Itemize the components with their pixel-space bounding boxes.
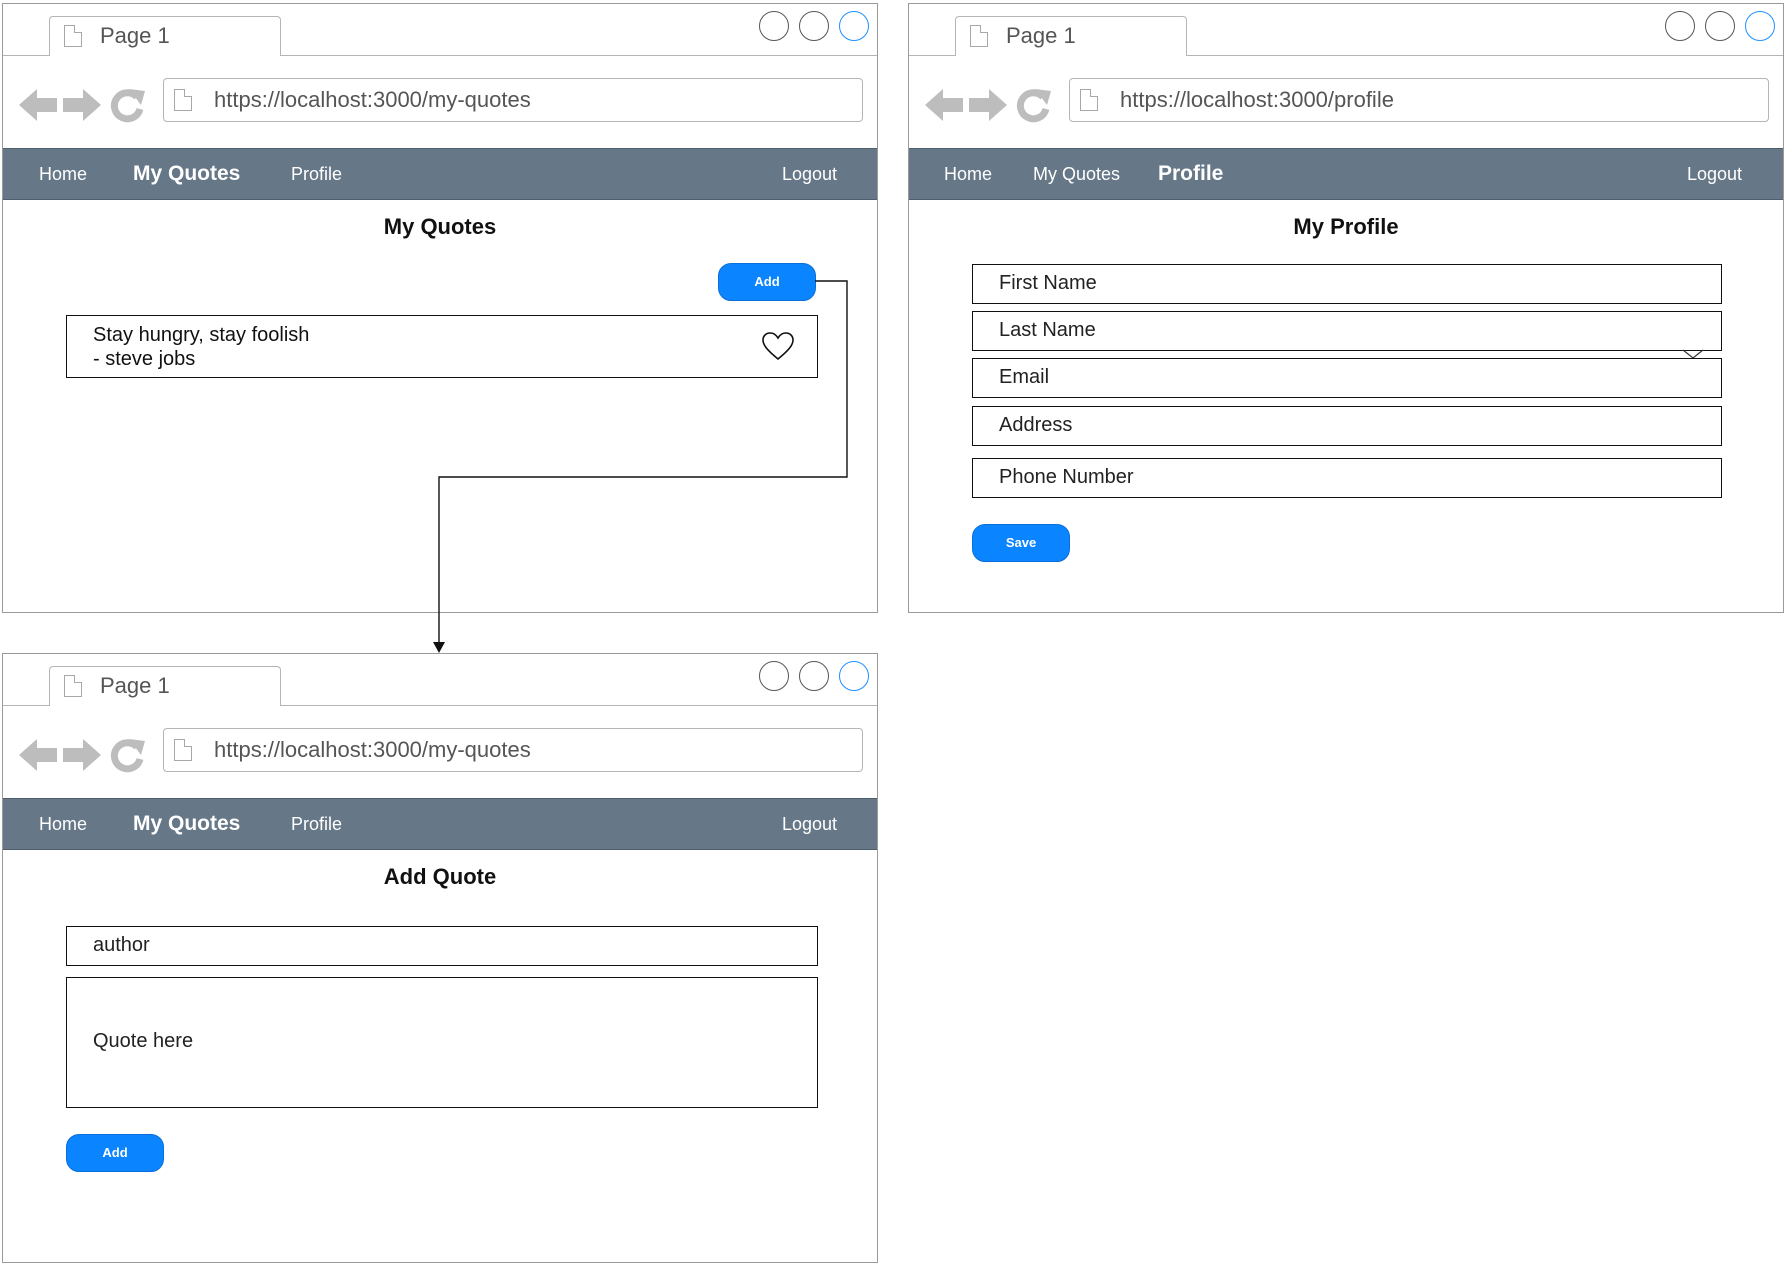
- browser-tab-strip: Page 1: [909, 4, 1783, 57]
- address-placeholder: Address: [999, 414, 1073, 436]
- arrowhead-icon: [433, 642, 445, 653]
- forward-arrow-icon[interactable]: [61, 733, 103, 777]
- reload-icon[interactable]: [107, 733, 147, 777]
- quote-text: Stay hungry, stay foolish: [93, 324, 310, 346]
- reload-icon[interactable]: [1013, 83, 1053, 127]
- browser-window-my-quotes: Page 1 https://localhost:3000/my-quotes …: [2, 3, 878, 613]
- page-icon: [64, 25, 82, 47]
- window-minimize-button[interactable]: [1665, 11, 1695, 41]
- page-title: My Quotes: [383, 214, 497, 239]
- url-text: https://localhost:3000/my-quotes: [214, 737, 531, 762]
- browser-window-add-quote: Page 1 https://localhost:3000/my-quotes …: [2, 653, 878, 1263]
- quote-textarea[interactable]: Quote here: [66, 977, 818, 1108]
- address-bar[interactable]: https://localhost:3000/my-quotes: [163, 78, 863, 122]
- first-name-placeholder: First Name: [999, 272, 1097, 294]
- menu-item-profile[interactable]: Profile: [291, 814, 342, 835]
- tab-label: Page 1: [100, 23, 170, 48]
- phone-number-field[interactable]: Phone Number: [972, 458, 1722, 498]
- url-text: https://localhost:3000/my-quotes: [214, 87, 531, 112]
- heart-icon[interactable]: [761, 331, 795, 361]
- browser-nav-row: https://localhost:3000/my-quotes: [3, 706, 877, 798]
- browser-tab[interactable]: Page 1: [49, 666, 281, 707]
- add-quote-button[interactable]: Add: [718, 263, 816, 301]
- app-menubar: Home My Quotes Profile Logout: [909, 148, 1783, 200]
- email-field[interactable]: Email: [972, 358, 1722, 398]
- last-name-placeholder: Last Name: [999, 319, 1096, 341]
- first-name-field[interactable]: First Name: [972, 264, 1722, 304]
- page-icon: [64, 675, 82, 697]
- back-arrow-icon[interactable]: [17, 83, 59, 127]
- menu-item-profile[interactable]: Profile: [1158, 162, 1223, 186]
- address-bar[interactable]: https://localhost:3000/my-quotes: [163, 728, 863, 772]
- url-text: https://localhost:3000/profile: [1120, 87, 1394, 112]
- quote-placeholder: Quote here: [93, 1030, 194, 1052]
- page-icon: [174, 739, 192, 761]
- tab-label: Page 1: [1006, 23, 1076, 48]
- reload-icon[interactable]: [107, 83, 147, 127]
- browser-tab-strip: Page 1: [3, 654, 877, 707]
- menu-item-home[interactable]: Home: [39, 814, 87, 835]
- window-maximize-button[interactable]: [799, 661, 829, 691]
- window-close-button[interactable]: [839, 661, 869, 691]
- last-name-field[interactable]: Last Name: [972, 311, 1722, 359]
- page-title: Add Quote: [383, 864, 497, 889]
- app-menubar: Home My Quotes Profile Logout: [3, 798, 877, 850]
- forward-arrow-icon[interactable]: [967, 83, 1009, 127]
- window-maximize-button[interactable]: [799, 11, 829, 41]
- address-bar[interactable]: https://localhost:3000/profile: [1069, 78, 1769, 122]
- add-button[interactable]: Add: [66, 1134, 164, 1172]
- window-close-button[interactable]: [839, 11, 869, 41]
- back-arrow-icon[interactable]: [17, 733, 59, 777]
- forward-arrow-icon[interactable]: [61, 83, 103, 127]
- address-field[interactable]: Address: [972, 406, 1722, 446]
- email-placeholder: Email: [999, 366, 1050, 388]
- back-arrow-icon[interactable]: [923, 83, 965, 127]
- menu-item-logout[interactable]: Logout: [1687, 164, 1742, 185]
- author-placeholder: author: [93, 934, 150, 956]
- browser-nav-row: https://localhost:3000/my-quotes: [3, 56, 877, 148]
- save-button[interactable]: Save: [972, 524, 1070, 562]
- menu-item-my-quotes[interactable]: My Quotes: [133, 812, 240, 836]
- page-title: My Profile: [1293, 214, 1399, 239]
- app-menubar: Home My Quotes Profile Logout: [3, 148, 877, 200]
- page-icon: [1080, 89, 1098, 111]
- window-minimize-button[interactable]: [759, 11, 789, 41]
- quote-card: Stay hungry, stay foolish - steve jobs: [66, 315, 818, 378]
- menu-item-home[interactable]: Home: [39, 164, 87, 185]
- tab-label: Page 1: [100, 673, 170, 698]
- window-minimize-button[interactable]: [759, 661, 789, 691]
- browser-tab[interactable]: Page 1: [955, 16, 1187, 57]
- window-maximize-button[interactable]: [1705, 11, 1735, 41]
- phone-number-placeholder: Phone Number: [999, 466, 1134, 488]
- page-icon: [970, 25, 988, 47]
- menu-item-logout[interactable]: Logout: [782, 164, 837, 185]
- menu-item-my-quotes[interactable]: My Quotes: [133, 162, 240, 186]
- author-input[interactable]: author: [66, 926, 818, 966]
- browser-tab[interactable]: Page 1: [49, 16, 281, 57]
- browser-tab-strip: Page 1: [3, 4, 877, 57]
- menu-item-home[interactable]: Home: [944, 164, 992, 185]
- menu-item-logout[interactable]: Logout: [782, 814, 837, 835]
- window-close-button[interactable]: [1745, 11, 1775, 41]
- browser-window-profile: Page 1 https://localhost:3000/profile Ho…: [908, 3, 1784, 613]
- menu-item-my-quotes[interactable]: My Quotes: [1033, 164, 1120, 185]
- browser-nav-row: https://localhost:3000/profile: [909, 56, 1783, 148]
- page-icon: [174, 89, 192, 111]
- menu-item-profile[interactable]: Profile: [291, 164, 342, 185]
- quote-author: - steve jobs: [93, 348, 196, 370]
